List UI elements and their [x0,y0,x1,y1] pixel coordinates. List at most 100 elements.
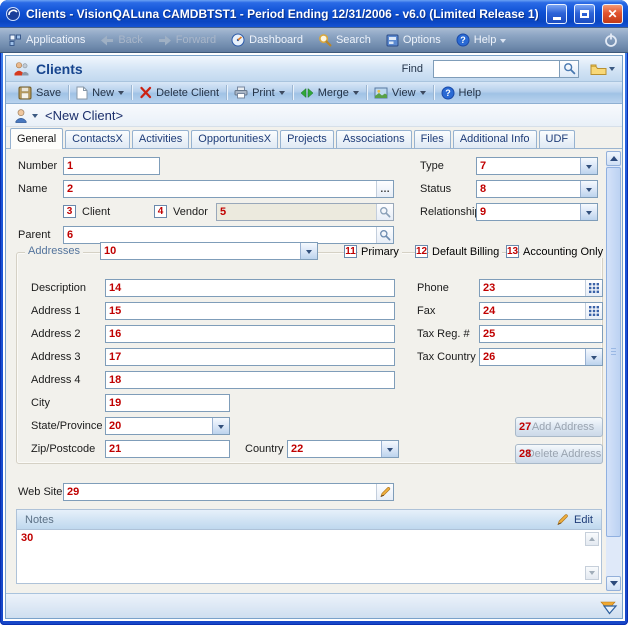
primary-checkbox[interactable]: 11 [344,245,357,258]
address3-input[interactable] [106,349,394,365]
merge-button[interactable]: Merge [294,82,365,103]
forward-button[interactable]: Forward [158,34,216,46]
country-dropdown-button[interactable] [381,441,398,457]
relationship-combobox[interactable] [477,204,580,220]
address-selector-dropdown-button[interactable] [300,243,317,259]
status-dropdown-button[interactable] [580,181,597,197]
tax-reg-input[interactable] [480,326,602,342]
applications-button[interactable]: Applications [9,34,85,47]
delete-address-button[interactable]: 28 Delete Address [515,444,603,464]
name-input[interactable] [64,181,376,197]
toolbar-help-button[interactable]: ? Help [435,82,488,103]
description-input[interactable] [106,280,394,296]
exit-button[interactable] [603,32,619,48]
power-icon [603,32,619,48]
vertical-scrollbar[interactable] [606,151,621,591]
tab-projects[interactable]: Projects [280,130,334,148]
tab-files[interactable]: Files [414,130,451,148]
address4-input[interactable] [106,372,394,388]
description-label: Description [31,282,86,294]
fax-input[interactable] [480,303,585,319]
phone-input[interactable] [480,280,585,296]
parent-input[interactable] [64,227,376,243]
maximize-button[interactable] [574,4,595,24]
address2-input[interactable] [106,326,394,342]
default-billing-checkbox[interactable]: 12 [415,245,428,258]
scrollbar-up-button[interactable] [606,151,621,166]
status-combobox[interactable] [477,181,580,197]
search-label: Search [336,34,371,46]
website-edit-button[interactable] [376,484,393,500]
back-label: Back [118,34,142,46]
client-checkbox-label: Client [82,206,110,218]
dashboard-button[interactable]: Dashboard [231,33,303,47]
city-input[interactable] [106,395,229,411]
address-selector-combobox[interactable] [101,243,300,259]
parent-lookup-button[interactable] [376,227,393,243]
help-caret-icon [500,39,506,46]
type-dropdown-button[interactable] [580,158,597,174]
type-label: Type [420,160,444,172]
tab-activities[interactable]: Activities [132,130,189,148]
keypad-icon [589,306,599,316]
chevron-down-icon [387,448,393,455]
print-button[interactable]: Print [228,82,291,103]
back-button[interactable]: Back [100,34,142,46]
view-button[interactable]: View [368,82,432,103]
tab-associations[interactable]: Associations [336,130,412,148]
search-button[interactable]: Search [318,33,371,47]
website-input[interactable] [64,484,376,500]
help-button[interactable]: ? Help [456,33,507,47]
tab-general[interactable]: General [10,128,63,149]
country-combobox[interactable] [288,441,381,457]
notes-scroll-down-button[interactable] [585,566,599,580]
chevron-down-icon [586,188,592,195]
dashboard-icon [231,33,245,47]
record-selector-button[interactable] [14,108,38,123]
type-combobox[interactable] [477,158,580,174]
tab-additional-info[interactable]: Additional Info [453,130,537,148]
find-search-button[interactable] [559,60,579,78]
toolbar-separator [292,85,293,100]
name-ellipsis-button[interactable]: … [376,181,393,197]
address1-input[interactable] [106,303,394,319]
tab-udf[interactable]: UDF [539,130,576,148]
phone-keypad-button[interactable] [585,280,602,296]
fax-keypad-button[interactable] [585,303,602,319]
add-address-button[interactable]: 27 Add Address [515,417,603,437]
relationship-dropdown-button[interactable] [580,204,597,220]
find-input[interactable] [433,60,559,78]
tab-opportunitiesx[interactable]: OpportunitiesX [191,130,278,148]
expand-arrow-button[interactable] [598,597,618,620]
scrollbar-thumb[interactable] [606,167,621,537]
notes-edit-button[interactable]: Edit [556,513,593,526]
vendor-lookup-button[interactable] [376,204,393,220]
accounting-only-checkbox[interactable]: 13 [506,245,519,258]
new-button[interactable]: New [70,82,130,103]
saved-searches-button[interactable] [590,63,615,75]
minimize-button[interactable] [546,4,567,24]
view-label: View [392,87,416,99]
add-address-number: 27 [519,421,531,433]
save-button[interactable]: Save [12,82,67,103]
options-button[interactable]: Options [386,34,441,47]
close-button[interactable]: ✕ [602,4,623,24]
notes-textarea[interactable]: 30 [17,530,601,582]
tab-contactsx[interactable]: ContactsX [65,130,130,148]
tax-country-dropdown-button[interactable] [585,349,602,365]
scrollbar-down-button[interactable] [606,576,621,591]
notes-scroll-up-button[interactable] [585,532,599,546]
state-combobox[interactable] [106,418,212,434]
state-dropdown-button[interactable] [212,418,229,434]
number-input[interactable] [64,158,159,174]
options-label: Options [403,34,441,46]
zip-input[interactable] [106,441,229,457]
notes-edit-label: Edit [574,514,593,526]
vendor-checkbox[interactable]: 4 [154,205,167,218]
chevron-down-icon [586,211,592,218]
vendor-lookup-input[interactable] [217,204,376,220]
client-checkbox[interactable]: 3 [63,205,76,218]
parent-label: Parent [18,229,50,241]
delete-client-button[interactable]: Delete Client [133,82,225,103]
tax-country-combobox[interactable] [480,349,585,365]
